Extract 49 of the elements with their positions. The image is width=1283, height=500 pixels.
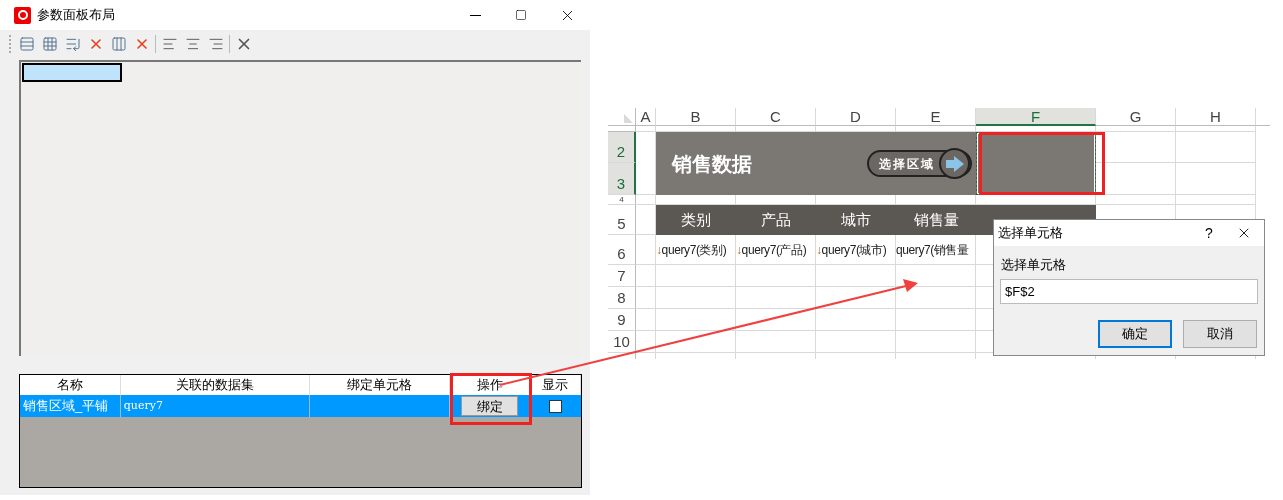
data-cell: query7(销售量 [896,235,976,265]
data-cell: ↓query7(类别) [656,235,736,265]
data-cell: ↓query7(产品) [736,235,816,265]
dialog-title: 选择单元格 [998,224,1063,243]
column-header[interactable]: A [636,108,656,126]
header-cell: 城市 [816,205,896,235]
column-header[interactable]: D [816,108,896,126]
header-cell: 销售量 [896,205,976,235]
column-header[interactable]: F [976,108,1096,126]
grid-cell [636,265,656,287]
dialog-button[interactable]: 取消 [1183,319,1257,348]
layout-cell[interactable] [22,63,122,82]
app-logo-icon [14,6,31,24]
row-header[interactable]: 2 [608,132,636,163]
row-header[interactable]: 6 [608,235,636,265]
row-header[interactable]: 9 [608,309,636,331]
cell-input[interactable]: $F$2 [1000,278,1258,304]
table-cell: 销售区域_平铺 [20,395,121,417]
row-header[interactable]: 4 [608,195,636,205]
minimize-icon [469,14,481,16]
data-cell: ↓query7(城市) [816,235,896,265]
row-header[interactable]: 3 [608,163,636,195]
show-checkbox[interactable] [549,399,563,413]
row-header[interactable]: 5 [608,205,636,235]
field-label: 选择单元格 [1001,256,1067,274]
column-header[interactable]: H [1176,108,1256,126]
bind-button[interactable]: 绑定 [461,396,519,416]
column-header[interactable]: C [736,108,816,126]
window-title: 参数面板布局 [37,6,115,25]
maximize-icon [515,9,527,21]
grid-cell [636,287,656,309]
table-cell: query7 [120,395,311,417]
column-header[interactable]: B [656,108,736,126]
row-header[interactable]: 7 [608,265,636,287]
grid-cell [636,331,656,353]
header-cell: 产品 [736,205,816,235]
grid-cell [636,235,656,265]
row-header[interactable]: 10 [608,331,636,353]
dialog-button[interactable]: 确定 [1098,319,1172,348]
row-header[interactable]: 8 [608,287,636,309]
table-row[interactable]: 销售区域_平铺 query7 绑定 [20,395,581,417]
help-button[interactable]: ? [1194,222,1224,244]
grid-cell [636,309,656,331]
grid-cell [636,195,656,205]
header-cell: 类别 [656,205,736,235]
column-header[interactable]: G [1096,108,1176,126]
banner-title: 销售数据 [672,151,752,177]
select-area-button[interactable]: 选择区域 [867,150,972,177]
select-all-corner[interactable] [608,108,636,126]
